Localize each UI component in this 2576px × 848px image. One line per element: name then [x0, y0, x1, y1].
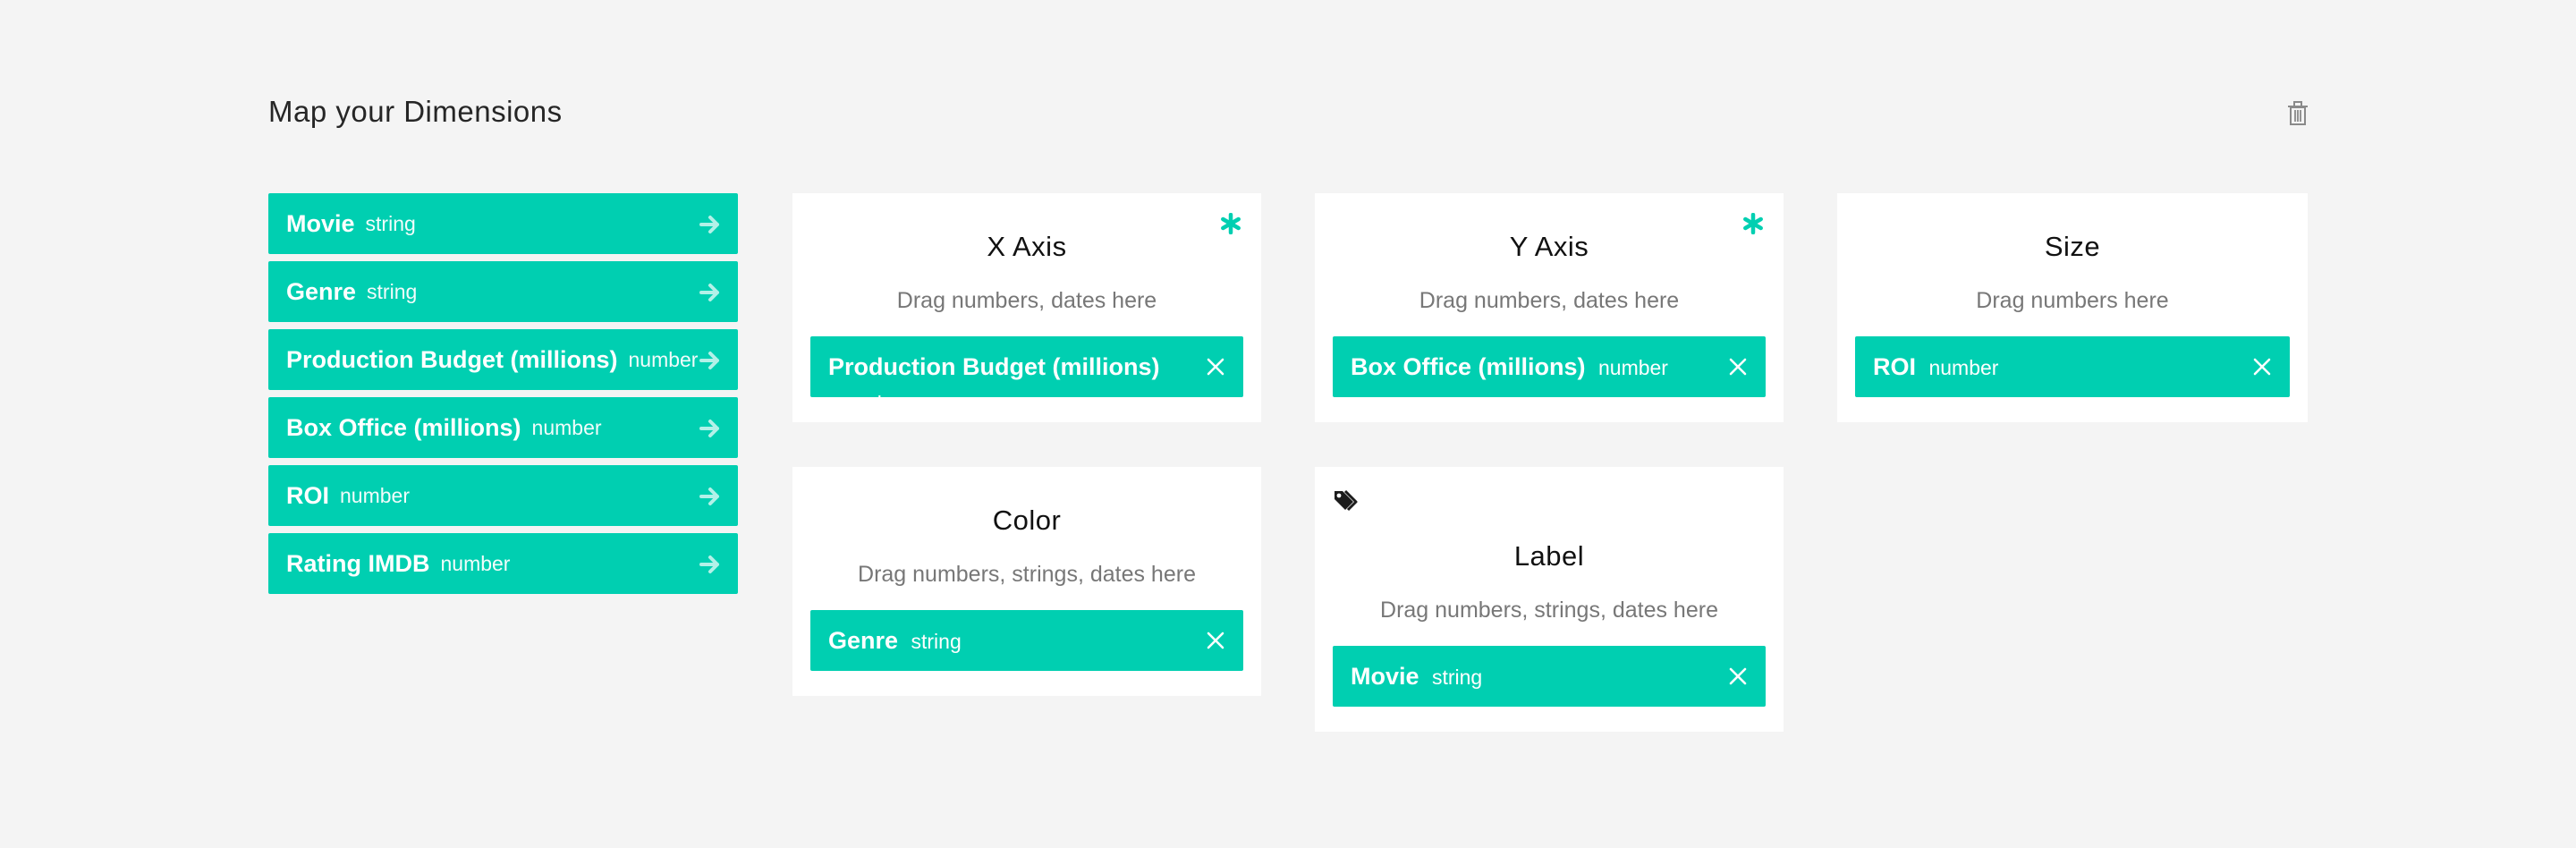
card-hint: Drag numbers, strings, dates here: [1380, 598, 1718, 623]
arrow-right-icon: [699, 284, 719, 301]
trash-icon[interactable]: [2286, 100, 2309, 127]
page-title: Map your Dimensions: [268, 95, 563, 128]
close-icon[interactable]: [1206, 631, 1225, 650]
dimension-name: Genre: [286, 277, 357, 305]
card-title: Y Axis: [1509, 231, 1589, 262]
dimension-type: string: [367, 279, 418, 303]
dimension-item-box-office[interactable]: Box Office (millions) number: [268, 397, 738, 458]
dimension-type: number: [440, 551, 511, 575]
mapped-dimension-chip[interactable]: Box Office (millions) number: [1333, 336, 1766, 397]
color-card[interactable]: Color Drag numbers, strings, dates here …: [792, 467, 1261, 696]
dimension-name: Box Office (millions): [286, 413, 521, 441]
chip-type: number: [1597, 356, 1668, 379]
chip-name: Box Office (millions): [1351, 353, 1586, 380]
arrow-right-icon: [699, 555, 719, 573]
y-axis-card[interactable]: Y Axis Drag numbers, dates here Box Offi…: [1315, 193, 1784, 422]
card-hint: Drag numbers, dates here: [1419, 288, 1680, 313]
mapped-dimension-chip[interactable]: Movie string: [1333, 646, 1766, 707]
chip-name: Production Budget (millions): [828, 353, 1160, 380]
chip-type: string: [1431, 666, 1483, 689]
card-hint: Drag numbers here: [1976, 288, 2169, 313]
chip-name: Movie: [1351, 663, 1419, 690]
label-card[interactable]: Label Drag numbers, strings, dates here …: [1315, 467, 1784, 732]
chip-name: Genre: [828, 627, 899, 654]
dimension-item-movie[interactable]: Movie string: [268, 193, 738, 254]
close-icon[interactable]: [1728, 666, 1748, 686]
dimension-name: Production Budget (millions): [286, 345, 618, 373]
arrow-right-icon: [699, 420, 719, 437]
card-hint: Drag numbers, strings, dates here: [858, 562, 1196, 587]
dimension-item-production-budget[interactable]: Production Budget (millions) number: [268, 329, 738, 390]
chip-name: ROI: [1873, 353, 1917, 380]
dimension-type: number: [340, 483, 410, 507]
dimension-name: ROI: [286, 481, 330, 509]
arrow-right-icon: [699, 488, 719, 505]
dimension-item-genre[interactable]: Genre string: [268, 261, 738, 322]
dimension-type: number: [628, 347, 699, 371]
close-icon[interactable]: [1728, 357, 1748, 377]
close-icon[interactable]: [1206, 357, 1225, 377]
dimension-item-rating-imdb[interactable]: Rating IMDB number: [268, 533, 738, 594]
close-icon[interactable]: [2252, 357, 2272, 377]
arrow-right-icon: [699, 352, 719, 369]
dimension-name: Movie: [286, 209, 355, 237]
mapped-dimension-chip[interactable]: Production Budget (millions) number: [810, 336, 1243, 397]
dimension-type: number: [531, 415, 602, 439]
tags-icon: [1335, 489, 1358, 512]
card-title: Size: [2044, 231, 2101, 262]
x-axis-card[interactable]: X Axis Drag numbers, dates here Producti…: [792, 193, 1261, 422]
card-hint: Drag numbers, dates here: [896, 288, 1157, 313]
dimension-list: Movie string Genre string Production Bud…: [268, 193, 738, 601]
card-title: Color: [992, 505, 1062, 536]
dimension-item-roi[interactable]: ROI number: [268, 465, 738, 526]
arrow-right-icon: [699, 216, 719, 233]
card-title: Label: [1513, 540, 1585, 572]
chip-type: string: [911, 630, 962, 653]
dimension-type: string: [365, 211, 416, 235]
chip-type: number: [837, 392, 907, 397]
chip-type: number: [1928, 356, 1999, 379]
mapped-dimension-chip[interactable]: ROI number: [1855, 336, 2290, 397]
card-title: X Axis: [987, 231, 1067, 262]
size-card[interactable]: Size Drag numbers here ROI number: [1837, 193, 2308, 422]
dimension-name: Rating IMDB: [286, 549, 430, 577]
mapped-dimension-chip[interactable]: Genre string: [810, 610, 1243, 671]
